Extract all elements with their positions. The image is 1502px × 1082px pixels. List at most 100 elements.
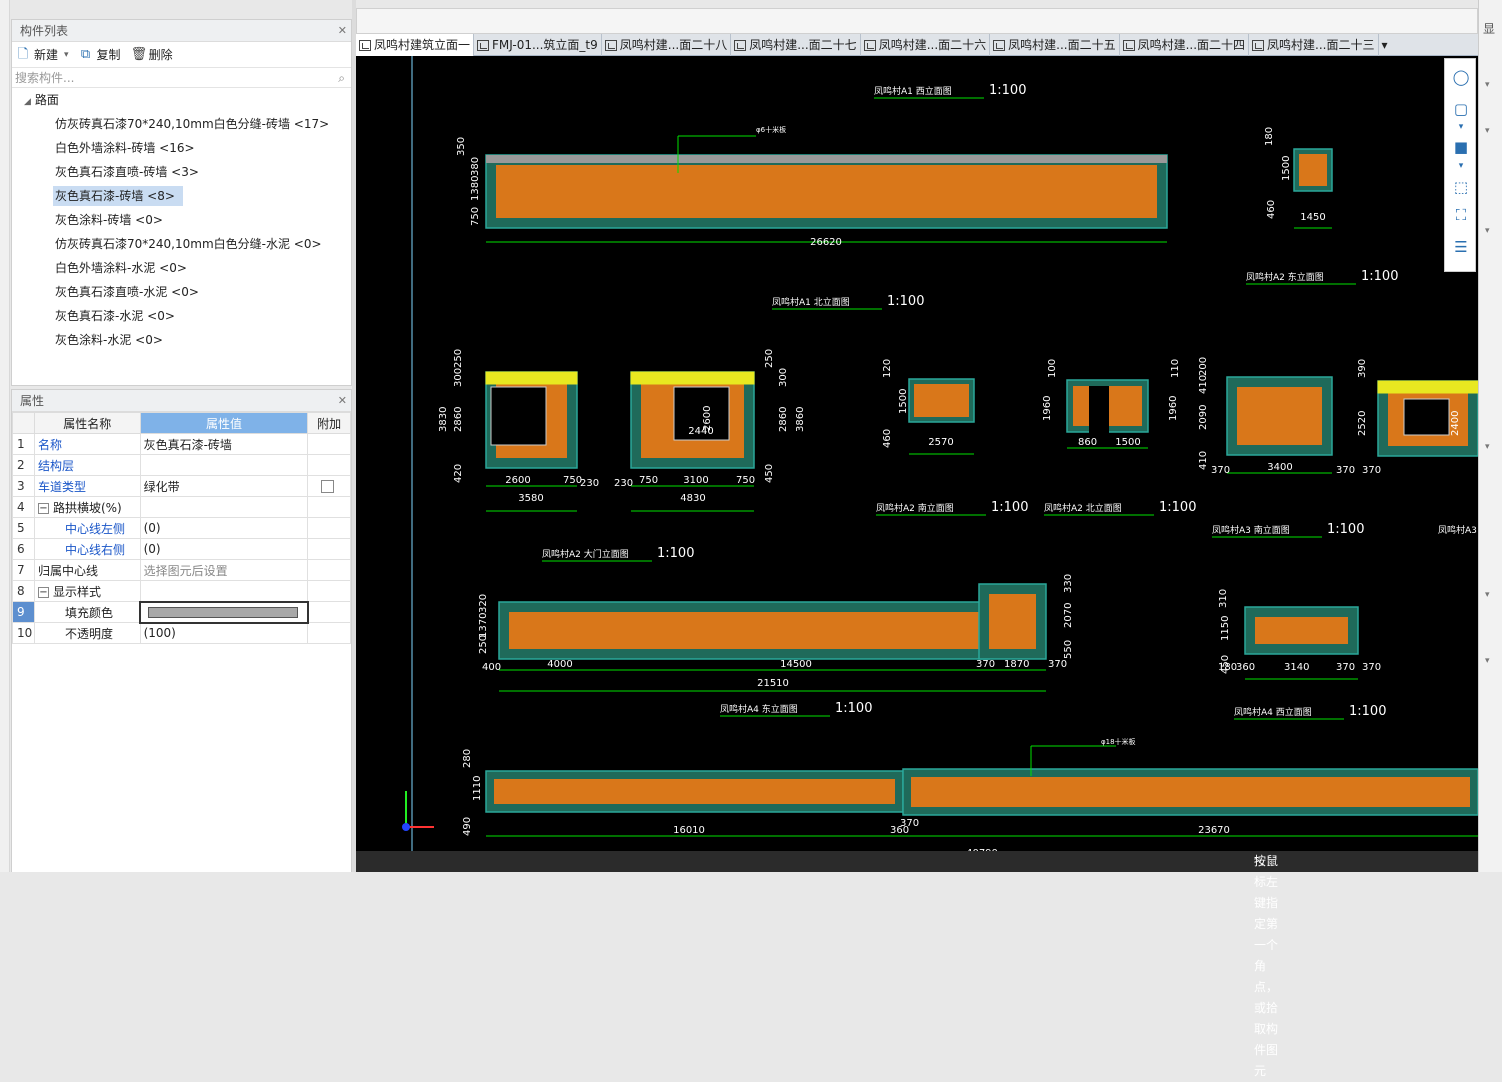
drawing-canvas[interactable]: 凤鸣村A1 西立面图 1:100 φ6十米板 26620 350 380 1380 750 18… [356,56,1478,872]
chevron-down-icon[interactable]: ▾ [1485,80,1490,90]
tree-item[interactable]: 灰色真石漆直喷-砖墙 <3> [12,160,351,184]
property-value[interactable]: 灰色真石漆-砖墙 [139,433,309,455]
dimension-text[interactable]: 230 [614,478,633,489]
dimension-text[interactable]: 1110 [472,776,483,801]
chevron-down-icon[interactable]: ▾ [1485,226,1490,236]
note-text[interactable]: φ6十米板 [756,125,786,134]
chevron-down-icon[interactable]: ▾ [1451,117,1471,137]
drawing-tab[interactable]: 凤鸣村建...面二十七 [731,34,861,56]
brick-fill[interactable] [1237,387,1322,445]
dimension-text[interactable]: 410 [1198,451,1209,470]
drawing-tab[interactable]: 凤鸣村建...面二十四 [1120,34,1250,56]
drawing-tab[interactable]: 凤鸣村建...面二十六 [861,34,991,56]
dimension-text[interactable]: 370 [1048,659,1067,670]
extra-checkbox[interactable] [321,480,335,493]
display-tab-icon[interactable]: 显 [1483,20,1495,37]
view-title[interactable]: 凤鸣村A3 [1438,524,1477,536]
dimension-text[interactable]: 21510 [757,678,789,689]
scale-text[interactable]: 1:100 [1327,522,1364,537]
dimension-text[interactable]: 450 [764,464,775,483]
property-row[interactable]: 2 结构层 [12,454,351,476]
property-value[interactable]: (100) [139,622,309,644]
tree-item[interactable]: 白色外墙涂料-水泥 <0> [12,256,351,280]
chevron-down-icon[interactable]: ▾ [1485,442,1490,452]
view-title[interactable]: 凤鸣村A1 西立面图 [874,85,952,97]
scale-text[interactable]: 1:100 [991,500,1028,515]
view-title[interactable]: 凤鸣村A2 东立面图 [1246,271,1324,283]
cube-view-icon[interactable]: ▢ [1451,99,1471,119]
dimension-text[interactable]: 250 [764,349,775,368]
dimension-text[interactable]: 1500 [1115,437,1140,448]
dimension-text[interactable]: 370 [1362,465,1381,476]
dimension-text[interactable]: 750 [470,207,481,226]
new-button[interactable]: 🗋 新建 ▾ [16,46,69,63]
dimension-text[interactable]: 180 [1218,662,1237,673]
dimension-text[interactable]: 1960 [1042,396,1053,421]
dimension-text[interactable]: 330 [1063,574,1074,593]
dimension-text[interactable]: 350 [456,137,467,156]
gate-opening[interactable] [1403,398,1450,436]
dimension-text[interactable]: 1960 [1168,396,1179,421]
ucs-origin[interactable] [402,823,410,831]
scale-text[interactable]: 1:100 [835,701,872,716]
door-opening[interactable] [1089,386,1109,436]
dimension-text[interactable]: 3580 [518,493,543,504]
orbit-icon[interactable]: ◯ [1451,67,1471,87]
dimension-text[interactable]: 16010 [673,825,705,836]
dimension-text[interactable]: 1370 [478,613,489,638]
view-title[interactable]: 凤鸣村A2 南立面图 [876,502,954,514]
dimension-text[interactable]: 1500 [898,389,909,414]
dimension-text[interactable]: 2860 [778,407,789,432]
property-row[interactable]: 4 − 路拱横坡(%) [12,496,351,518]
dimension-text[interactable]: 420 [453,464,464,483]
brick-fill[interactable] [1299,154,1327,186]
dimension-text[interactable]: 1450 [1300,212,1325,223]
property-value[interactable]: 绿化带 [139,475,309,497]
view-title[interactable]: 凤鸣村A4 西立面图 [1234,706,1312,718]
scale-text[interactable]: 1:100 [657,546,694,561]
scale-text[interactable]: 1:100 [887,294,924,309]
close-icon[interactable]: ✕ [338,390,347,412]
view-title[interactable]: 凤鸣村A4 东立面图 [720,703,798,715]
dimension-text[interactable]: 1870 [1004,659,1029,670]
dimension-text[interactable]: 110 [1170,359,1181,378]
select-box-icon[interactable]: ⬚ [1451,177,1471,197]
dimension-text[interactable]: 2090 [1198,405,1209,430]
tree-item[interactable]: 仿灰砖真石漆70*240,10mm白色分缝-水泥 <0> [12,232,351,256]
chevron-down-icon[interactable]: ▾ [1451,156,1471,176]
solid-cube-icon[interactable]: ■ [1451,137,1471,157]
scale-text[interactable]: 1:100 [1349,704,1386,719]
dimension-text[interactable]: 460 [882,429,893,448]
wall-cap[interactable] [1377,380,1478,394]
dimension-text[interactable]: 4000 [547,659,572,670]
dimension-text[interactable]: 2400 [1450,411,1461,436]
view-title[interactable]: 凤鸣村A2 北立面图 [1044,502,1122,514]
delete-button[interactable]: 🗑 删除 [131,46,173,63]
collapse-icon[interactable]: − [37,502,49,514]
property-value[interactable] [139,600,309,624]
property-value[interactable]: 选择图元后设置 [139,559,309,581]
brick-fill[interactable] [494,779,895,804]
property-value[interactable]: (0) [139,538,309,560]
cad-drawing[interactable]: 凤鸣村A1 西立面图 1:100 φ6十米板 26620 3503801380 750 18… [356,56,1478,872]
dimension-text[interactable]: 2600 [505,475,530,486]
dimension-text[interactable]: 250 [478,635,489,654]
dimension-text[interactable]: 410 [1198,375,1209,394]
properties-list-icon[interactable]: ☰ [1451,237,1471,257]
dimension-text[interactable]: 370 [1211,465,1230,476]
dimension-text[interactable]: 2570 [928,437,953,448]
property-row[interactable]: 3 车道类型 绿化带 [12,475,351,497]
view-title[interactable]: 凤鸣村A2 大门立面图 [542,548,629,560]
dimension-text[interactable]: 370 [900,818,919,829]
brick-fill[interactable] [1255,617,1348,644]
dimension-text[interactable]: 3100 [683,475,708,486]
dimension-text[interactable]: 200 [1198,357,1209,376]
note-text[interactable]: φ18十米板 [1101,737,1136,746]
tree-item[interactable]: 白色外墙涂料-砖墙 <16> [12,136,351,160]
component-search[interactable]: 搜索构件... ⌕ [12,68,351,88]
dimension-text[interactable]: 2600 [702,406,713,431]
drawing-tab[interactable]: 凤鸣村建...面二十八 [602,34,732,56]
dimension-text[interactable]: 400 [482,662,501,673]
brick-fill[interactable] [496,165,1157,218]
dimension-text[interactable]: 100 [1047,359,1058,378]
